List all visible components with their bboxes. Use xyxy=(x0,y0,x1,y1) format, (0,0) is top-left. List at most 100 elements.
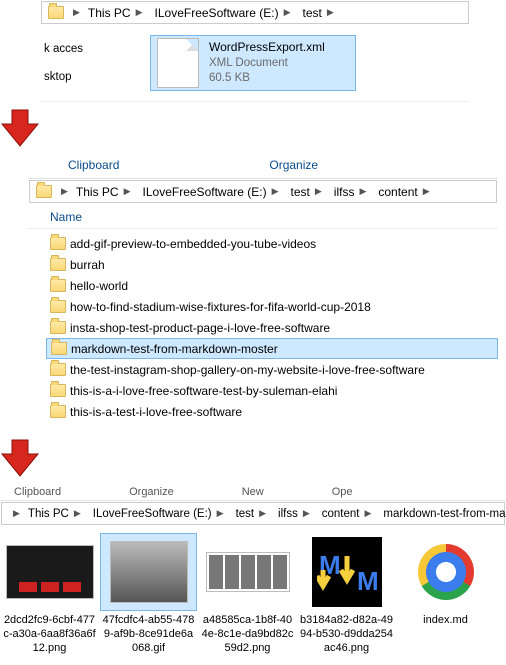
thumbnail-preview xyxy=(200,534,295,610)
folder-icon xyxy=(51,342,67,355)
chevron-right-icon[interactable]: ▶ xyxy=(68,7,82,18)
folder-item[interactable]: the-test-instagram-shop-gallery-on-my-we… xyxy=(46,359,498,380)
folder-label: insta-shop-test-product-page-i-love-free… xyxy=(70,321,330,335)
nav-item[interactable]: k acces xyxy=(44,35,95,63)
ribbon-group[interactable]: Organize xyxy=(121,486,234,498)
chevron-right-icon[interactable]: ▶ xyxy=(56,186,70,197)
folder-item[interactable]: this-is-a-test-i-love-free-software xyxy=(46,401,498,422)
folder-label: how-to-find-stadium-wise-fixtures-for-fi… xyxy=(70,300,371,314)
breadcrumb-segment[interactable]: content▶ xyxy=(316,503,378,524)
breadcrumb[interactable]: ▶ This PC▶ ILoveFreeSoftware (E:)▶ test▶… xyxy=(1,502,505,525)
breadcrumb-segment[interactable]: ILoveFreeSoftware (E:)▶ xyxy=(137,181,285,202)
breadcrumb-segment[interactable]: content▶ xyxy=(372,181,435,202)
breadcrumb-label: test xyxy=(236,508,255,520)
folder-label: this-is-a-test-i-love-free-software xyxy=(70,405,242,419)
chevron-right-icon: ▶ xyxy=(254,508,268,519)
ribbon-group[interactable]: Ope xyxy=(324,486,353,498)
chevron-right-icon: ▶ xyxy=(298,508,312,519)
thumbnail-preview xyxy=(398,534,493,610)
file-name: a48585ca-1b8f-404e-8c1e-da9bd82c59d2.png xyxy=(200,614,295,655)
breadcrumb-segment[interactable]: test▶ xyxy=(285,181,328,202)
folder-item[interactable]: add-gif-preview-to-embedded-you-tube-vid… xyxy=(46,233,498,254)
chevron-right-icon: ▶ xyxy=(69,508,83,519)
folder-label: hello-world xyxy=(70,279,128,293)
ribbon-group[interactable]: Organize xyxy=(189,156,388,174)
breadcrumb-segment[interactable]: test▶ xyxy=(297,2,340,23)
breadcrumb-label: test xyxy=(303,6,322,20)
breadcrumb-segment[interactable]: ILoveFreeSoftware (E:)▶ xyxy=(149,2,297,23)
breadcrumb[interactable]: ▶ This PC▶ ILoveFreeSoftware (E:)▶ test▶… xyxy=(29,180,497,203)
chevron-right-icon: ▶ xyxy=(310,186,324,197)
nav-item[interactable]: sktop xyxy=(44,63,95,91)
markdown-app-icon: MM xyxy=(312,537,382,607)
breadcrumb-label: ILoveFreeSoftware (E:) xyxy=(143,185,267,199)
breadcrumb-segment[interactable]: This PC▶ xyxy=(82,2,149,23)
folder-item[interactable]: this-is-a-i-love-free-software-test-by-s… xyxy=(46,380,498,401)
breadcrumb-label: ILoveFreeSoftware (E:) xyxy=(93,508,212,520)
folder-label: markdown-test-from-markdown-moster xyxy=(71,342,278,356)
breadcrumb-segment[interactable]: ILoveFreeSoftware (E:)▶ xyxy=(87,503,230,524)
chevron-right-icon: ▶ xyxy=(360,508,374,519)
explorer-window-1: ▶ This PC▶ ILoveFreeSoftware (E:)▶ test▶… xyxy=(40,1,470,102)
file-thumbnail[interactable]: a48585ca-1b8f-404e-8c1e-da9bd82c59d2.png xyxy=(200,534,295,655)
file-item-selected[interactable]: WordPressExport.xml XML Document 60.5 KB xyxy=(150,35,356,91)
ribbon-group[interactable]: Clipboard xyxy=(28,156,189,174)
folder-icon xyxy=(50,321,66,334)
arrow-down-icon xyxy=(0,438,506,478)
folder-item[interactable]: insta-shop-test-product-page-i-love-free… xyxy=(46,317,498,338)
breadcrumb-label: content xyxy=(322,508,360,520)
folder-icon xyxy=(36,185,52,198)
folder-item[interactable]: how-to-find-stadium-wise-fixtures-for-fi… xyxy=(46,296,498,317)
chevron-right-icon: ▶ xyxy=(322,7,336,18)
file-thumbnail[interactable]: 2dcd2fc9-6cbf-477c-a30a-6aa8f36a6f12.png xyxy=(2,534,97,655)
file-meta: WordPressExport.xml XML Document 60.5 KB xyxy=(209,39,325,86)
folder-icon xyxy=(50,237,66,250)
breadcrumb[interactable]: ▶ This PC▶ ILoveFreeSoftware (E:)▶ test▶ xyxy=(41,1,469,24)
breadcrumb-label: ILoveFreeSoftware (E:) xyxy=(155,6,279,20)
folder-label: add-gif-preview-to-embedded-you-tube-vid… xyxy=(70,237,316,251)
folder-icon xyxy=(50,384,66,397)
breadcrumb-label: ilfss xyxy=(278,508,298,520)
folder-item[interactable]: hello-world xyxy=(46,275,498,296)
file-name: 47fcdfc4-ab55-4789-af9b-8ce91de6a068.gif xyxy=(101,614,196,655)
image-preview xyxy=(6,545,94,599)
file-size: 60.5 KB xyxy=(209,71,325,87)
nav-pane: k acces sktop xyxy=(40,35,95,91)
breadcrumb-segment[interactable]: test▶ xyxy=(230,503,272,524)
ribbon: Clipboard Organize New Ope xyxy=(0,484,506,501)
file-name: 2dcd2fc9-6cbf-477c-a30a-6aa8f36a6f12.png xyxy=(2,614,97,655)
breadcrumb-label: markdown-test-from-markdown- xyxy=(383,508,506,520)
chevron-right-icon[interactable]: ▶ xyxy=(8,508,22,519)
explorer-window-3: Clipboard Organize New Ope ▶ This PC▶ IL… xyxy=(0,484,506,665)
arrow-down-icon xyxy=(0,108,506,148)
folder-label: burrah xyxy=(70,258,105,272)
chevron-right-icon: ▶ xyxy=(354,186,368,197)
ribbon-group[interactable]: New xyxy=(234,486,324,498)
file-name: b3184a82-d82a-4994-b530-d9dda254ac46.png xyxy=(299,614,394,655)
file-thumbnail[interactable]: 47fcdfc4-ab55-4789-af9b-8ce91de6a068.gif xyxy=(101,534,196,655)
folder-label: the-test-instagram-shop-gallery-on-my-we… xyxy=(70,363,425,377)
breadcrumb-segment[interactable]: markdown-test-from-markdown- xyxy=(377,503,506,524)
folder-icon xyxy=(50,363,66,376)
ribbon-group[interactable]: Clipboard xyxy=(6,486,121,498)
folder-list: add-gif-preview-to-embedded-you-tube-vid… xyxy=(28,229,498,432)
breadcrumb-segment[interactable]: This PC▶ xyxy=(70,181,137,202)
breadcrumb-label: This PC xyxy=(76,185,119,199)
folder-item[interactable]: burrah xyxy=(46,254,498,275)
explorer-window-2: Clipboard Organize ▶ This PC▶ ILoveFreeS… xyxy=(28,154,498,432)
folder-icon xyxy=(50,300,66,313)
chevron-right-icon: ▶ xyxy=(212,508,226,519)
svg-text:M: M xyxy=(357,566,377,592)
file-thumbnail[interactable]: MM b3184a82-d82a-4994-b530-d9dda254ac46.p… xyxy=(299,534,394,655)
folder-icon xyxy=(48,6,64,19)
breadcrumb-segment[interactable]: ilfss▶ xyxy=(328,181,373,202)
thumbnail-preview xyxy=(2,534,97,610)
folder-item[interactable]: markdown-test-from-markdown-moster xyxy=(46,338,498,359)
breadcrumb-segment[interactable]: This PC▶ xyxy=(22,503,87,524)
file-thumbnail[interactable]: index.md xyxy=(398,534,493,655)
thumbnail-preview: MM xyxy=(299,534,394,610)
breadcrumb-segment[interactable]: ilfss▶ xyxy=(272,503,316,524)
folder-icon xyxy=(50,405,66,418)
column-header-name[interactable]: Name xyxy=(28,204,498,229)
chrome-icon xyxy=(418,544,474,600)
